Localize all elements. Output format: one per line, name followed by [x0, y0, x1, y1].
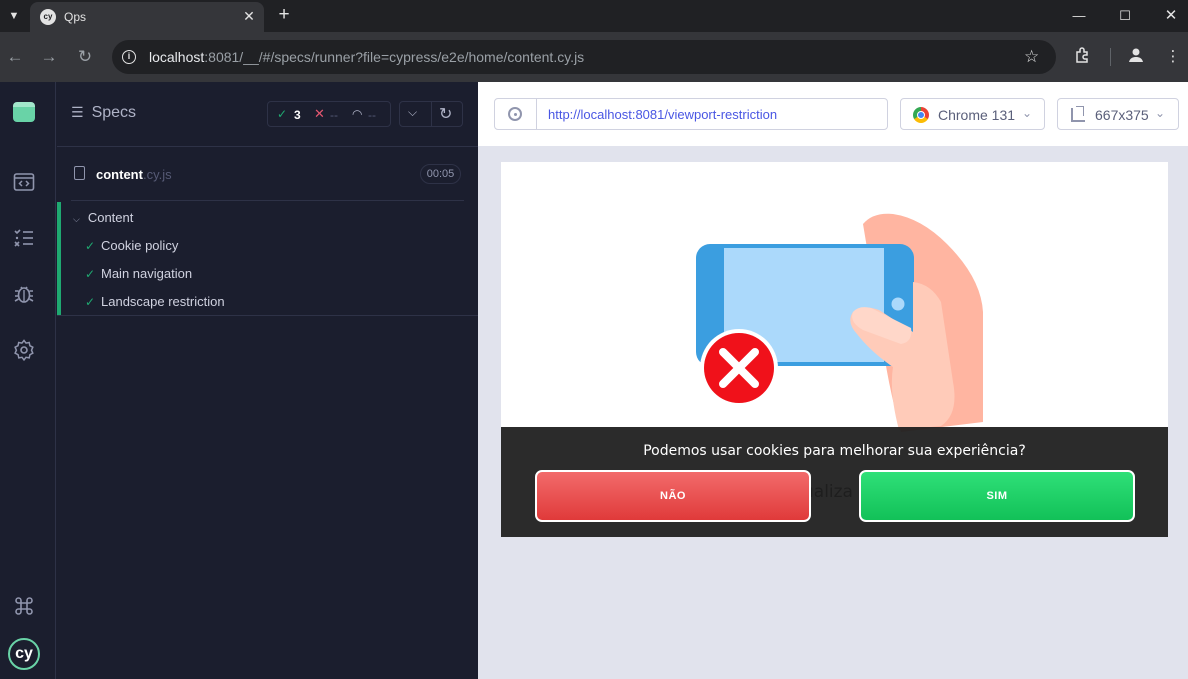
viewport-selector[interactable]: 667x375 ⌄	[1057, 98, 1179, 130]
address-url[interactable]: localhost:8081/__/#/specs/runner?file=cy…	[149, 49, 584, 65]
cookie-consent-bar: Podemos usar cookies para melhorar sua e…	[501, 427, 1168, 537]
spec-file-name: content.cy.js	[96, 167, 172, 182]
toolbar-separator	[1110, 48, 1111, 66]
phone-button	[891, 297, 905, 311]
chevron-down-icon: ⌵	[73, 214, 80, 224]
accept-cookies-button[interactable]: SIM	[859, 470, 1135, 522]
check-icon: ✓	[85, 295, 96, 309]
cypress-logo-icon[interactable]: cy	[8, 638, 40, 670]
forward-icon[interactable]: →	[38, 46, 60, 68]
test-suite[interactable]: ⌵ Content ✓ Cookie policy ✓ Main navigation…	[57, 202, 478, 316]
decline-cookies-button[interactable]: NÃO	[535, 470, 811, 522]
minimize-icon[interactable]: —	[1056, 0, 1102, 32]
cypress-runner: cy ☰ Specs ✓ 3 ✕ -- ◠ -- ⌵ ↻ content.cy.j…	[0, 82, 1188, 679]
close-icon[interactable]: ✕	[240, 7, 258, 25]
extensions-icon[interactable]	[1072, 46, 1094, 68]
reporter-controls: ⌵ ↻	[399, 101, 463, 127]
selector-playground-button[interactable]	[495, 99, 537, 129]
tab-title: Qps	[64, 10, 87, 24]
aut-url[interactable]: http://localhost:8081/viewport-restricti…	[548, 107, 777, 122]
menu-lines-icon: ☰	[71, 104, 84, 120]
window-close-icon[interactable]: ✕	[1148, 0, 1188, 32]
back-icon[interactable]: ←	[4, 46, 26, 68]
reload-icon[interactable]: ↻	[74, 46, 96, 68]
aut-header: http://localhost:8081/viewport-restricti…	[478, 82, 1188, 146]
side-nav: cy	[0, 82, 56, 679]
runs-icon[interactable]	[12, 170, 36, 194]
aut-panel: http://localhost:8081/viewport-restricti…	[478, 82, 1188, 679]
cypress-favicon-icon: cy	[40, 9, 56, 25]
aut-url-box[interactable]: http://localhost:8081/viewport-restricti…	[494, 98, 888, 130]
pending-count: --	[368, 108, 376, 122]
chevron-down-icon: ⌄	[1022, 106, 1033, 120]
test-row[interactable]: ✓ Landscape restriction	[85, 294, 225, 309]
passed-count: 3	[294, 108, 301, 122]
browser-tab-strip: ▼ cy Qps ✕ + — ☐ ✕	[0, 0, 1188, 32]
pending-icon: ◠	[352, 107, 363, 121]
spec-name: content	[96, 167, 143, 182]
spec-duration: 00:05	[420, 164, 461, 184]
chevron-down-icon: ⌄	[1155, 106, 1166, 120]
collapse-all-button[interactable]: ⌵	[408, 105, 417, 120]
chrome-icon	[913, 107, 929, 123]
check-icon: ✓	[85, 267, 96, 281]
tab-search-icon[interactable]: ▼	[4, 6, 24, 26]
suite-status-bar	[57, 202, 61, 315]
spec-file-row: content.cy.js 00:05	[71, 147, 464, 201]
debug-icon[interactable]	[12, 282, 36, 306]
controls-divider	[431, 102, 432, 126]
app-under-test: ualiza Podemos usar cookies para melhora…	[501, 162, 1168, 537]
address-path: :8081/__/#/specs/runner?file=cypress/e2e…	[204, 49, 585, 65]
crosshair-dot	[514, 113, 517, 116]
failed-count: --	[330, 108, 338, 122]
suite-label: Content	[87, 210, 134, 225]
menu-icon[interactable]: ⋮	[1162, 46, 1184, 68]
site-info-icon[interactable]: i	[122, 50, 136, 64]
suite-title[interactable]: ⌵ Content	[73, 210, 133, 225]
address-host: localhost	[149, 49, 205, 65]
test-stats: ✓ 3 ✕ -- ◠ --	[267, 101, 391, 127]
rerun-icon[interactable]: ↻	[439, 104, 452, 124]
browser-name: Chrome 131	[938, 107, 1016, 123]
keyboard-shortcuts-icon[interactable]	[12, 594, 36, 618]
check-icon: ✓	[85, 239, 96, 253]
test-title: Landscape restriction	[101, 294, 225, 309]
cookie-message: Podemos usar cookies para melhorar sua e…	[643, 443, 1026, 459]
test-row[interactable]: ✓ Cookie policy	[85, 238, 178, 253]
browser-tab[interactable]: cy Qps ✕	[30, 2, 264, 32]
reporter-panel: ☰ Specs ✓ 3 ✕ -- ◠ -- ⌵ ↻ content.cy.js 0…	[57, 82, 478, 679]
app-logo-icon[interactable]	[13, 102, 35, 122]
specs-label: Specs	[91, 104, 137, 121]
document-icon	[74, 166, 85, 180]
cross-icon: ✕	[314, 106, 325, 121]
test-row[interactable]: ✓ Main navigation	[85, 266, 192, 281]
profile-icon[interactable]	[1125, 46, 1147, 68]
ruler-icon	[1071, 106, 1085, 122]
specs-toggle-button[interactable]: ☰ Specs	[71, 104, 136, 122]
test-title: Cookie policy	[101, 238, 179, 253]
check-icon: ✓	[277, 107, 288, 121]
new-tab-icon[interactable]: +	[274, 5, 294, 25]
reporter-header: ☰ Specs ✓ 3 ✕ -- ◠ -- ⌵ ↻	[57, 82, 478, 147]
address-bar[interactable]: i localhost:8081/__/#/specs/runner?file=…	[112, 40, 1056, 74]
settings-icon[interactable]	[12, 338, 36, 362]
spec-extension: .cy.js	[142, 167, 172, 182]
browser-selector[interactable]: Chrome 131 ⌄	[900, 98, 1045, 130]
maximize-icon[interactable]: ☐	[1102, 0, 1148, 32]
test-title: Main navigation	[101, 266, 193, 281]
specs-list-icon[interactable]	[12, 226, 36, 250]
viewport-size: 667x375	[1095, 107, 1149, 123]
browser-toolbar: ← → ↻ i localhost:8081/__/#/specs/runner…	[0, 32, 1188, 82]
star-icon[interactable]: ☆	[1024, 47, 1039, 67]
